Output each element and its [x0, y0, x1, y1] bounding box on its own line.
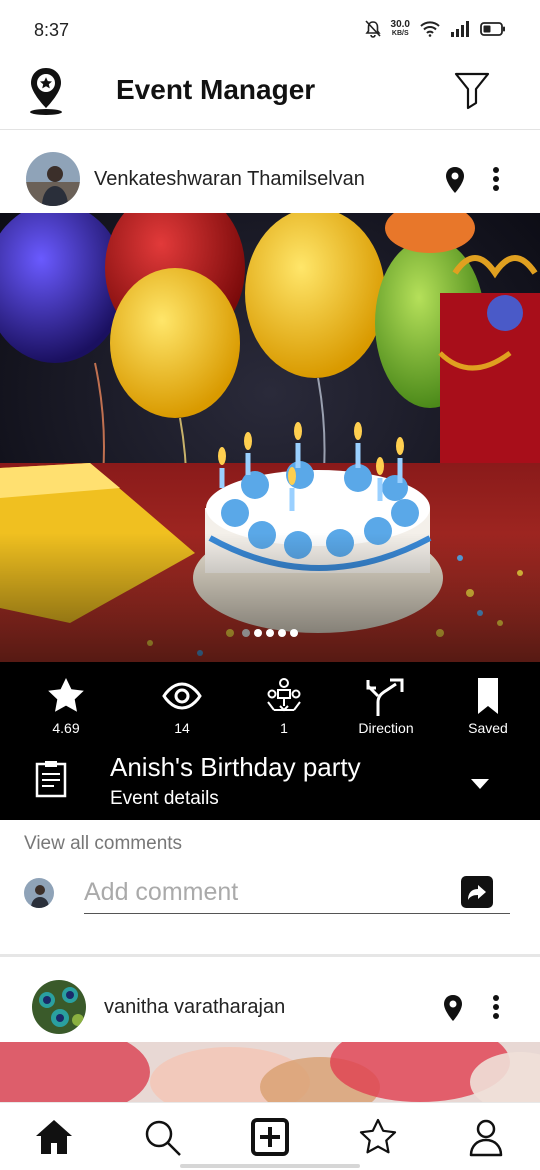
bottom-navigation [0, 1102, 540, 1170]
participants-button[interactable]: 1 [234, 676, 334, 736]
carousel-dot[interactable] [266, 629, 274, 637]
views-count: 14 [174, 720, 190, 736]
participants-icon [267, 678, 301, 712]
event-action-bar: 4.69 14 1 Direction Saved Anish's Birthd… [0, 662, 540, 820]
rating-value: 4.69 [52, 720, 80, 736]
eye-icon [162, 682, 202, 710]
author-name[interactable]: vanitha varatharajan [104, 996, 285, 1019]
carousel-indicator [0, 629, 540, 637]
author-avatar[interactable] [32, 980, 86, 1034]
more-options-icon[interactable] [492, 166, 500, 192]
add-icon [251, 1118, 289, 1156]
location-star-icon [30, 68, 62, 115]
current-user-avatar [24, 878, 54, 908]
author-avatar[interactable] [26, 152, 80, 206]
author-name[interactable]: Venkateshwaran Thamilselvan [94, 168, 365, 191]
post-header: vanitha varatharajan [0, 968, 540, 1048]
view-all-comments-link[interactable]: View all comments [24, 833, 182, 855]
carousel-dot[interactable] [254, 629, 262, 637]
event-document-icon [35, 761, 67, 798]
star-icon [48, 678, 84, 712]
saved-label: Saved [468, 720, 508, 736]
carousel-dot[interactable] [242, 629, 250, 637]
direction-icon [366, 678, 404, 716]
add-comment-input[interactable] [84, 872, 510, 914]
signal-icon [451, 21, 469, 37]
app-title: Event Manager [116, 74, 316, 105]
star-icon [359, 1118, 397, 1154]
post-separator [0, 954, 540, 957]
nav-profile[interactable] [464, 1115, 508, 1159]
more-options-icon[interactable] [492, 994, 500, 1020]
battery-icon [480, 22, 505, 36]
network-speed: 30.0 KB/S [391, 20, 410, 38]
rating-button[interactable]: 4.69 [16, 676, 116, 736]
event-details-label[interactable]: Event details [110, 788, 219, 810]
home-icon [36, 1120, 72, 1154]
nav-favorites[interactable] [356, 1115, 400, 1159]
search-icon [145, 1120, 181, 1156]
direction-button[interactable]: Direction [336, 676, 436, 736]
nav-add-event[interactable] [248, 1115, 292, 1159]
event-image[interactable] [0, 213, 540, 662]
profile-icon [469, 1119, 503, 1157]
wifi-icon [420, 21, 440, 37]
share-icon[interactable] [461, 876, 493, 908]
nav-search[interactable] [140, 1115, 184, 1159]
views-button[interactable]: 14 [132, 676, 232, 736]
event-title[interactable]: Anish's Birthday party [110, 752, 361, 783]
participants-count: 1 [280, 720, 288, 736]
location-pin-icon[interactable] [442, 994, 464, 1022]
direction-label: Direction [358, 720, 414, 736]
saved-button[interactable]: Saved [438, 676, 538, 736]
mute-bell-icon [364, 20, 381, 38]
chevron-down-icon[interactable] [470, 778, 490, 790]
location-pin-icon[interactable] [444, 166, 466, 194]
status-bar: 8:37 30.0 KB/S [0, 0, 540, 60]
app-header: Event Manager [0, 60, 540, 130]
carousel-dot[interactable] [290, 629, 298, 637]
event-image[interactable] [0, 1042, 540, 1102]
bookmark-icon [478, 678, 498, 714]
status-time: 8:37 [34, 19, 70, 40]
status-icons: 30.0 KB/S [364, 20, 506, 38]
filter-icon[interactable] [452, 70, 492, 110]
post-header: Venkateshwaran Thamilselvan [0, 140, 540, 220]
carousel-dot[interactable] [278, 629, 286, 637]
nav-home[interactable] [32, 1115, 76, 1159]
network-speed-unit: KB/S [391, 30, 409, 37]
home-indicator [180, 1164, 360, 1168]
